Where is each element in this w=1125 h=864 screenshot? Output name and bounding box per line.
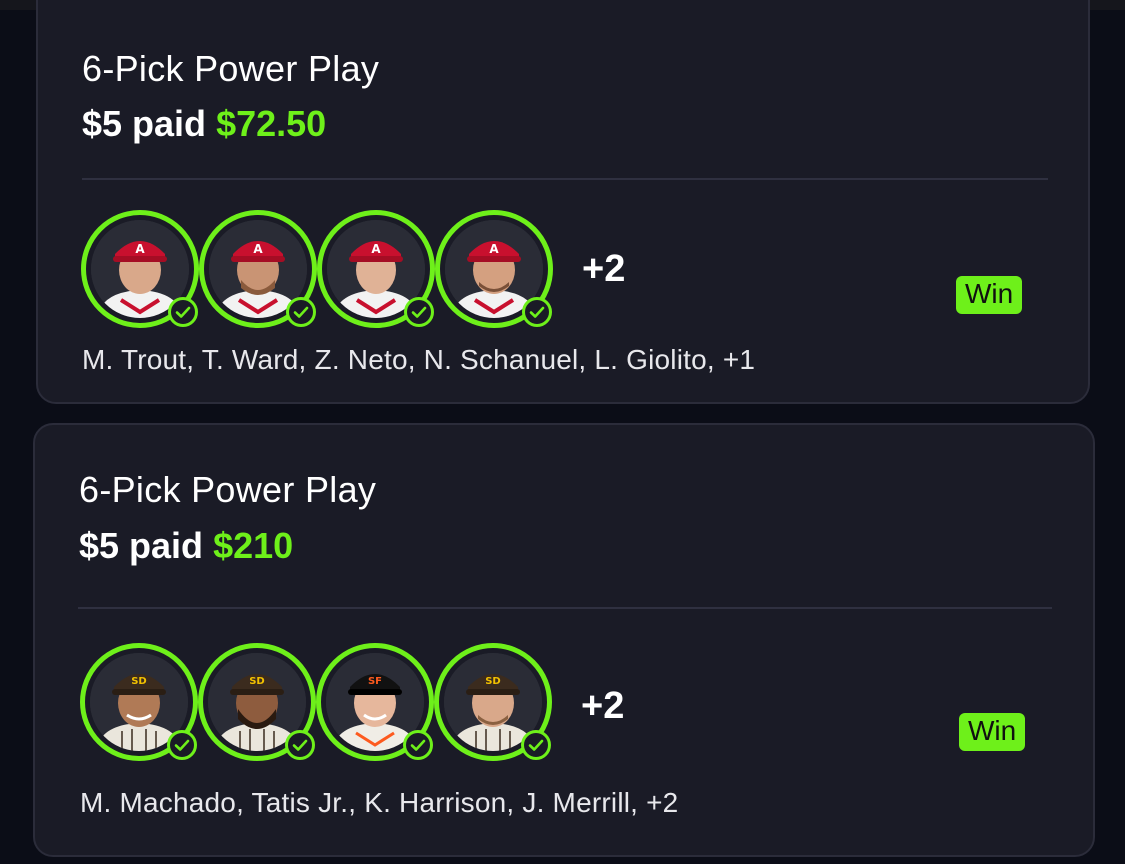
player-avatar[interactable]: SF xyxy=(316,643,434,761)
check-icon xyxy=(404,297,434,327)
entry-title: 6-Pick Power Play xyxy=(79,469,377,510)
check-icon xyxy=(286,297,316,327)
svg-text:SD: SD xyxy=(131,676,147,687)
entry-paid-line: $5 paid $210 xyxy=(79,525,293,567)
player-avatar[interactable]: A xyxy=(435,210,553,328)
win-badge: Win xyxy=(956,276,1023,314)
svg-text:SF: SF xyxy=(368,676,382,687)
entry-card[interactable]: 6-Pick Power Play $5 paid $210 SD SD SF … xyxy=(33,423,1095,857)
svg-text:A: A xyxy=(135,242,145,256)
divider xyxy=(78,607,1052,609)
payout-amount: $72.50 xyxy=(216,103,327,144)
win-badge: Win xyxy=(959,713,1026,751)
svg-text:SD: SD xyxy=(485,676,501,687)
player-avatar[interactable]: A xyxy=(199,210,317,328)
entry-card[interactable]: 6-Pick Power Play $5 paid $72.50 A A A A… xyxy=(36,0,1090,404)
more-picks-count: +2 xyxy=(582,248,626,290)
check-icon xyxy=(168,297,198,327)
payout-amount: $210 xyxy=(213,525,294,566)
players-summary: M. Trout, T. Ward, Z. Neto, N. Schanuel,… xyxy=(82,344,756,375)
check-icon xyxy=(403,730,433,760)
more-picks-count: +2 xyxy=(581,685,625,727)
player-avatar[interactable]: A xyxy=(81,210,199,328)
player-avatar[interactable]: SD xyxy=(80,643,198,761)
svg-text:A: A xyxy=(489,242,499,256)
entry-title: 6-Pick Power Play xyxy=(82,48,380,89)
players-summary: M. Machado, Tatis Jr., K. Harrison, J. M… xyxy=(80,787,679,818)
check-icon xyxy=(522,297,552,327)
player-avatar[interactable]: SD xyxy=(198,643,316,761)
player-avatar[interactable]: A xyxy=(317,210,435,328)
svg-text:A: A xyxy=(371,242,381,256)
svg-text:A: A xyxy=(253,242,263,256)
svg-text:SD: SD xyxy=(249,676,265,687)
check-icon xyxy=(521,730,551,760)
check-icon xyxy=(285,730,315,760)
divider xyxy=(82,178,1048,180)
paid-label: $5 paid xyxy=(79,525,204,566)
paid-label: $5 paid xyxy=(82,103,207,144)
entry-paid-line: $5 paid $72.50 xyxy=(82,103,326,145)
check-icon xyxy=(167,730,197,760)
player-avatar[interactable]: SD xyxy=(434,643,552,761)
